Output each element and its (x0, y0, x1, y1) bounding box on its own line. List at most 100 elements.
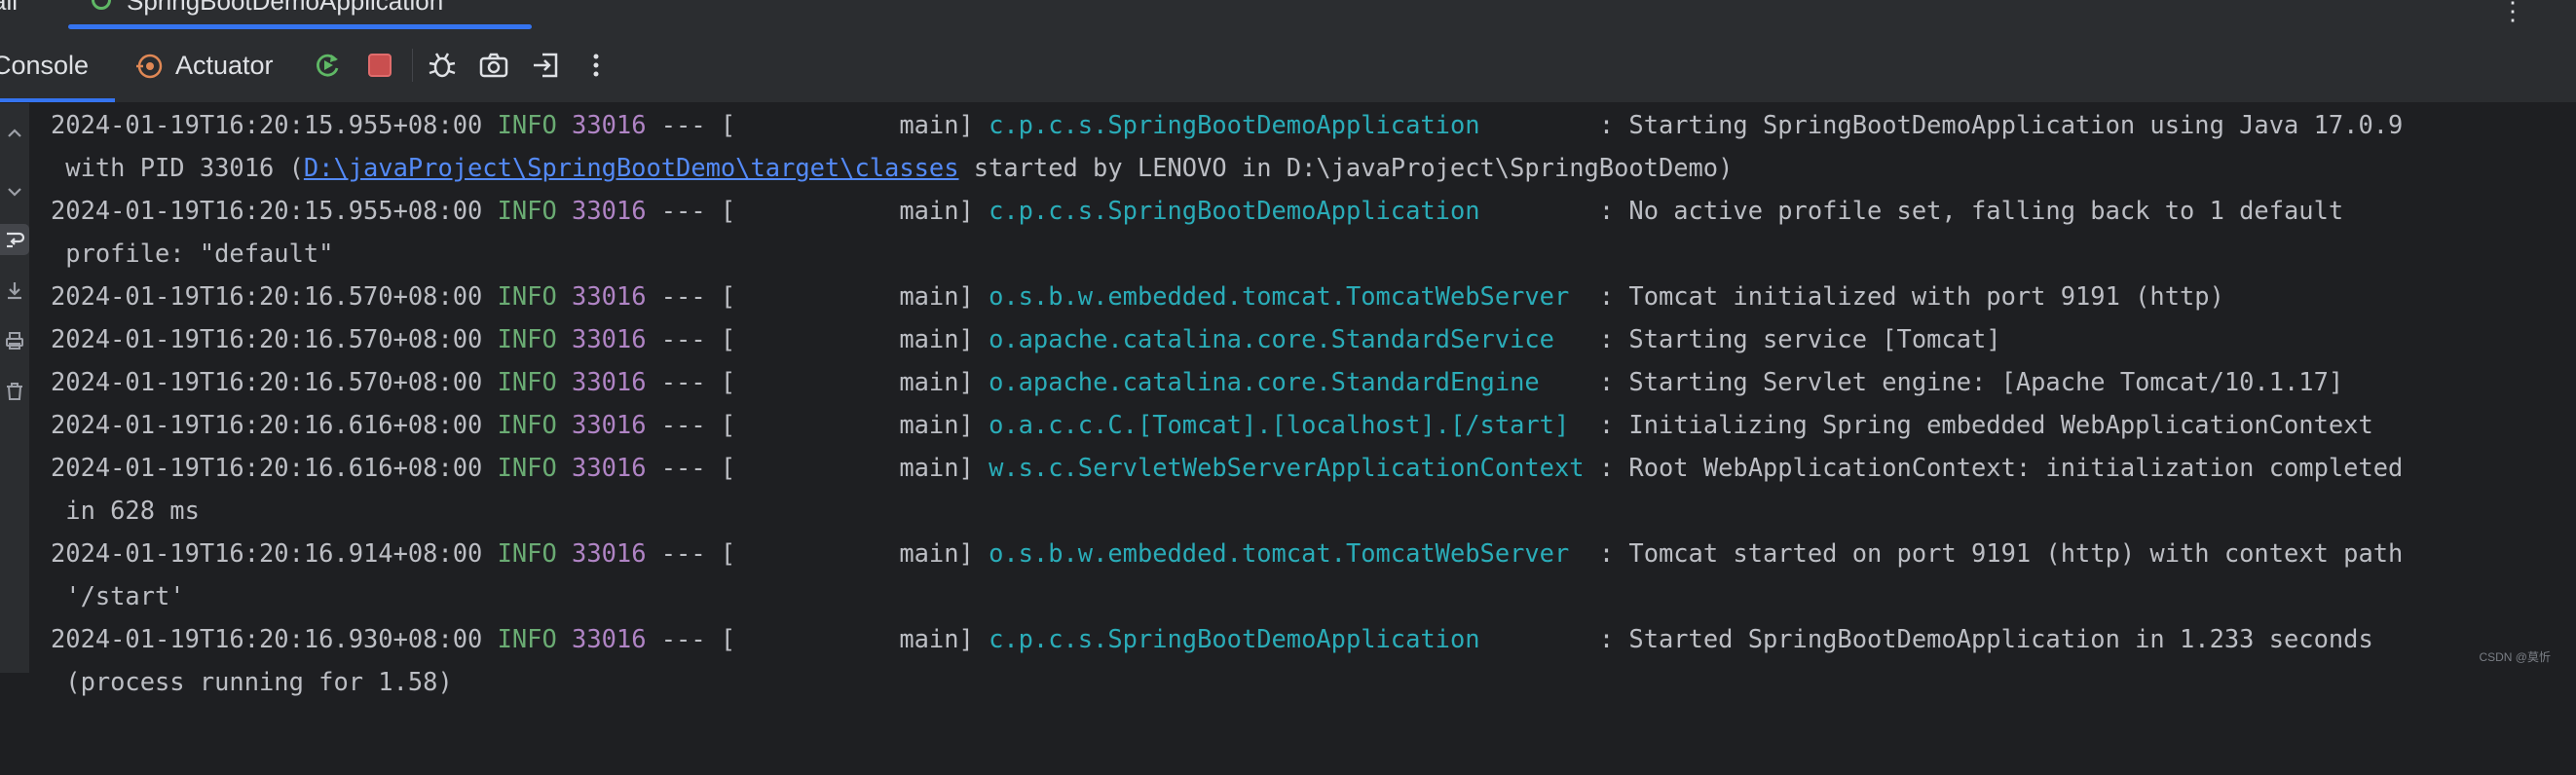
console-output[interactable]: 2024-01-19T16:20:15.955+08:00 INFO 33016… (51, 103, 2544, 696)
log-level: INFO (482, 453, 557, 482)
log-level: INFO (482, 281, 557, 311)
log-line: 2024-01-19T16:20:16.914+08:00 INFO 33016… (51, 532, 2403, 574)
log-logger: o.apache.catalina.core.StandardService (989, 324, 1585, 353)
log-message: : Tomcat initialized with port 9191 (htt… (1584, 281, 2224, 311)
tab-label: SpringBootDemoApplication (127, 0, 444, 16)
toolbar-separator (412, 49, 413, 82)
log-line: 2024-01-19T16:20:16.570+08:00 INFO 33016… (51, 275, 2224, 317)
exit-button[interactable] (531, 50, 562, 81)
log-line: 2024-01-19T16:20:16.930+08:00 INFO 33016… (51, 617, 2373, 660)
log-thread: --- [ main] (646, 410, 989, 439)
log-message: : Starting Servlet engine: [Apache Tomca… (1584, 367, 2344, 396)
print-icon (6, 332, 23, 350)
log-level: INFO (482, 110, 557, 139)
log-message: : Starting service [Tomcat] (1584, 324, 2001, 353)
watermark: CSDN @莫忻 (2479, 650, 2551, 664)
run-toolbar: Console Actuator (0, 29, 2576, 103)
log-message-wrap: started by LENOVO in D:\javaProject\Spri… (958, 153, 1734, 182)
top-tab-strip: ail SpringBootDemoApplication ⋮ (0, 0, 2576, 29)
log-pid: 33016 (572, 281, 647, 311)
rerun-button[interactable] (312, 50, 343, 81)
log-level: INFO (482, 324, 557, 353)
log-thread: --- [ main] (646, 281, 989, 311)
spring-leaf-icon (92, 0, 111, 10)
log-message-wrap: '/start' (51, 581, 185, 610)
tab-console[interactable]: Console (0, 29, 115, 102)
log-timestamp: 2024-01-19T16:20:16.616+08:00 (51, 453, 483, 482)
scroll-down-button[interactable] (0, 175, 29, 206)
log-line: 2024-01-19T16:20:16.616+08:00 INFO 33016… (51, 403, 2373, 446)
log-line: 2024-01-19T16:20:15.955+08:00 INFO 33016… (51, 189, 2343, 232)
more-vertical-icon[interactable]: ⋮ (2500, 0, 2525, 26)
print-button[interactable] (0, 325, 29, 356)
more-options-button[interactable] (580, 50, 612, 81)
log-logger: o.apache.catalina.core.StandardEngine (989, 367, 1585, 396)
log-message: : Tomcat started on port 9191 (http) wit… (1584, 538, 2404, 568)
log-message-wrap: in 628 ms (51, 496, 200, 525)
log-logger: o.s.b.w.embedded.tomcat.TomcatWebServer (989, 538, 1585, 568)
log-logger: c.p.c.s.SpringBootDemoApplication (989, 110, 1585, 139)
top-tab-partial[interactable]: ail (0, 0, 18, 17)
log-pid: 33016 (572, 367, 647, 396)
log-thread: --- [ main] (646, 453, 989, 482)
log-logger: w.s.c.ServletWebServerApplicationContext (989, 453, 1585, 482)
log-pid: 33016 (572, 324, 647, 353)
soft-wrap-icon (7, 232, 25, 248)
log-logger: c.p.c.s.SpringBootDemoApplication (989, 624, 1585, 653)
log-level: INFO (482, 196, 557, 225)
stop-icon (368, 54, 392, 77)
actuator-icon (136, 54, 163, 79)
log-timestamp: 2024-01-19T16:20:16.570+08:00 (51, 281, 483, 311)
log-line: 2024-01-19T16:20:16.570+08:00 INFO 33016… (51, 360, 2343, 403)
log-pid: 33016 (572, 196, 647, 225)
log-message: : Root WebApplicationContext: initializa… (1584, 453, 2404, 482)
log-message-wrap: with PID 33016 ( (51, 153, 304, 182)
log-level: INFO (482, 624, 557, 653)
log-pid: 33016 (572, 110, 647, 139)
log-thread: --- [ main] (646, 110, 989, 139)
classpath-link[interactable]: D:\javaProject\SpringBootDemo\target\cla… (304, 153, 959, 182)
log-pid: 33016 (572, 624, 647, 653)
log-timestamp: 2024-01-19T16:20:16.616+08:00 (51, 410, 483, 439)
tab-springbootdemoapplication[interactable]: SpringBootDemoApplication (66, 0, 532, 29)
log-line: 2024-01-19T16:20:16.616+08:00 INFO 33016… (51, 446, 2403, 489)
scroll-to-end-icon (8, 282, 21, 300)
log-level: INFO (482, 367, 557, 396)
log-logger: c.p.c.s.SpringBootDemoApplication (989, 196, 1585, 225)
clear-all-button[interactable] (0, 376, 29, 407)
log-thread: --- [ main] (646, 196, 989, 225)
log-message-wrap: (process running for 1.58) (51, 667, 453, 696)
stop-button[interactable] (364, 50, 395, 81)
scroll-to-end-button[interactable] (0, 275, 29, 306)
soft-wrap-toggle[interactable] (0, 224, 29, 255)
log-thread: --- [ main] (646, 624, 989, 653)
log-timestamp: 2024-01-19T16:20:15.955+08:00 (51, 110, 483, 139)
log-logger: o.a.c.c.C.[Tomcat].[localhost].[/start] (989, 410, 1585, 439)
screenshot-button[interactable] (478, 50, 509, 81)
tab-actuator[interactable]: Actuator (132, 29, 288, 102)
log-timestamp: 2024-01-19T16:20:16.930+08:00 (51, 624, 483, 653)
log-line: 2024-01-19T16:20:16.570+08:00 INFO 33016… (51, 317, 2001, 360)
tab-actuator-label: Actuator (175, 51, 274, 80)
trash-icon (7, 383, 22, 400)
rerun-icon (317, 54, 339, 77)
log-timestamp: 2024-01-19T16:20:15.955+08:00 (51, 196, 483, 225)
log-message: : Initializing Spring embedded WebApplic… (1584, 410, 2373, 439)
log-thread: --- [ main] (646, 538, 989, 568)
log-level: INFO (482, 410, 557, 439)
log-pid: 33016 (572, 410, 647, 439)
exit-icon (534, 53, 558, 78)
log-level: INFO (482, 538, 557, 568)
scroll-up-button[interactable] (0, 119, 29, 150)
log-message: : No active profile set, falling back to… (1584, 196, 2344, 225)
debug-button[interactable] (427, 50, 458, 81)
log-message-wrap: profile: "default" (51, 239, 334, 268)
log-line-wrap: with PID 33016 (D:\javaProject\SpringBoo… (51, 146, 1733, 189)
log-line-wrap: profile: "default" (51, 232, 333, 275)
tab-console-label: Console (0, 51, 90, 80)
log-message: : Starting SpringBootDemoApplication usi… (1584, 110, 2404, 139)
arrow-down-icon (8, 188, 21, 197)
tab-console-indicator (0, 98, 115, 102)
console-gutter (0, 103, 29, 673)
log-timestamp: 2024-01-19T16:20:16.914+08:00 (51, 538, 483, 568)
